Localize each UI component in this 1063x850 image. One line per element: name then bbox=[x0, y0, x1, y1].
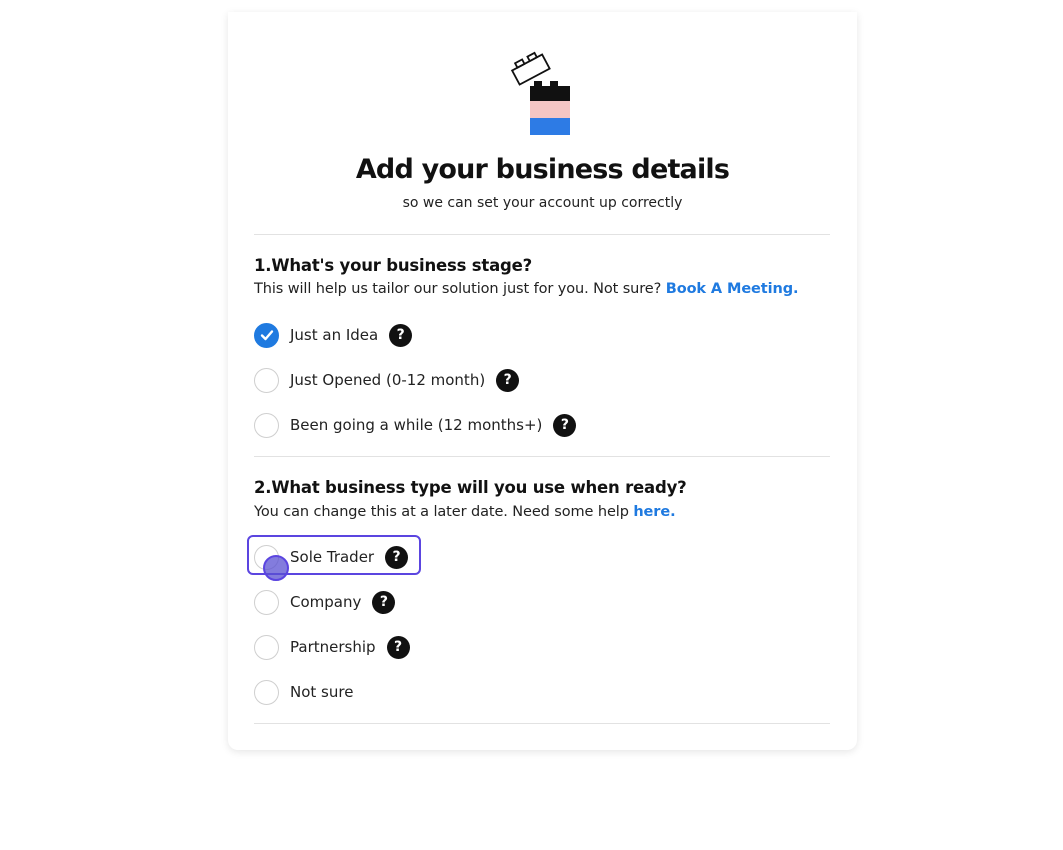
question-circle-icon[interactable]: ? bbox=[372, 590, 396, 614]
divider bbox=[254, 456, 830, 457]
option-just-an-idea[interactable]: Just an Idea ? bbox=[254, 321, 413, 349]
page-subtitle: so we can set your account up correctly bbox=[402, 195, 683, 211]
question-1-title: 1.What's your business stage? bbox=[254, 256, 533, 275]
radio-partnership[interactable] bbox=[254, 634, 279, 660]
question-circle-icon[interactable]: ? bbox=[386, 635, 410, 659]
page-title: Add your business details bbox=[355, 154, 730, 185]
option-been-going-a-while[interactable]: Been going a while (12 months+) ? bbox=[254, 411, 577, 439]
option-just-opened[interactable]: Just Opened (0-12 month) ? bbox=[254, 366, 520, 394]
radio-company[interactable] bbox=[254, 589, 279, 615]
radio-not-sure[interactable] bbox=[254, 679, 279, 705]
question-circle-icon[interactable]: ? bbox=[553, 413, 577, 437]
checkmark-icon bbox=[260, 330, 273, 341]
radio-just-an-idea[interactable] bbox=[254, 322, 279, 348]
option-not-sure[interactable]: Not sure bbox=[254, 678, 353, 706]
divider bbox=[254, 723, 830, 724]
option-label: Not sure bbox=[290, 683, 354, 701]
option-partnership[interactable]: Partnership ? bbox=[254, 633, 410, 661]
option-label: Just Opened (0-12 month) bbox=[290, 371, 486, 389]
book-meeting-link[interactable]: Book A Meeting. bbox=[666, 281, 799, 297]
option-label: Partnership bbox=[290, 638, 376, 656]
question-2-help-text: You can change this at a later date. Nee… bbox=[254, 504, 629, 520]
question-circle-icon[interactable]: ? bbox=[496, 368, 520, 392]
question-1-help: This will help us tailor our solution ju… bbox=[254, 281, 799, 297]
divider bbox=[254, 234, 830, 235]
option-label: Sole Trader bbox=[290, 548, 375, 566]
cursor-indicator bbox=[263, 555, 289, 581]
radio-been-going-a-while[interactable] bbox=[254, 412, 279, 438]
business-details-card: Add your business details so we can set … bbox=[228, 12, 857, 750]
question-2-help: You can change this at a later date. Nee… bbox=[254, 504, 676, 520]
question-2-title: 2.What business type will you use when r… bbox=[254, 478, 687, 497]
option-company[interactable]: Company ? bbox=[254, 588, 396, 616]
question-circle-icon[interactable]: ? bbox=[385, 545, 409, 569]
radio-just-opened[interactable] bbox=[254, 367, 279, 393]
stacked-blocks-logo-icon bbox=[510, 51, 570, 135]
question-circle-icon[interactable]: ? bbox=[389, 323, 413, 347]
help-here-link[interactable]: here. bbox=[633, 504, 675, 520]
option-label: Company bbox=[290, 593, 362, 611]
question-1-help-text: This will help us tailor our solution ju… bbox=[254, 281, 662, 297]
option-label: Been going a while (12 months+) bbox=[290, 416, 543, 434]
option-label: Just an Idea bbox=[290, 326, 379, 344]
